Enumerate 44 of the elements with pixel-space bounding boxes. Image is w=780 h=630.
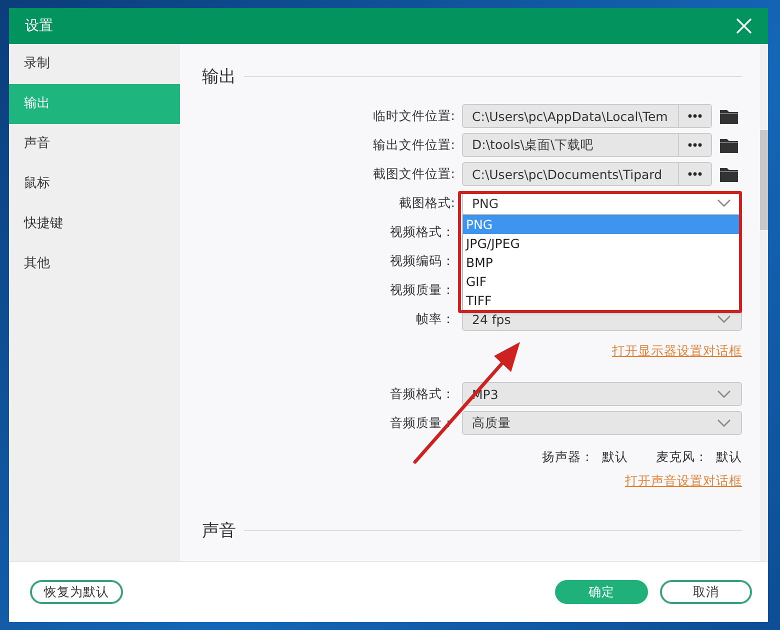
- chevron-icon: [717, 419, 731, 427]
- field-label: 截图格式:: [398, 194, 456, 212]
- folder-icon[interactable]: [720, 166, 738, 182]
- dropdown-field[interactable]: 高质量: [462, 411, 742, 435]
- field-label: 音频格式：: [389, 386, 456, 402]
- sidebar-item[interactable]: 鼠标: [9, 164, 180, 204]
- device-value: 默认: [602, 449, 628, 466]
- more-icon: [688, 172, 702, 176]
- sidebar-item[interactable]: 快捷键: [9, 204, 180, 244]
- field-label: 视频质量：: [389, 282, 456, 298]
- more-icon: [688, 114, 702, 118]
- field-label: 视频格式：: [389, 224, 456, 240]
- more-icon: [688, 143, 702, 147]
- dropdown-option[interactable]: BMP: [463, 253, 739, 272]
- device-value: 默认: [716, 449, 742, 466]
- dropdown-option[interactable]: TIFF: [463, 291, 739, 310]
- sidebar-item[interactable]: 录制: [9, 44, 180, 84]
- folder-icon[interactable]: [720, 138, 738, 152]
- chevron-icon: [717, 199, 731, 207]
- scrollbar[interactable]: [760, 44, 768, 561]
- section-heading: 声音: [202, 520, 236, 542]
- chevron-icon: [717, 390, 731, 398]
- path-field[interactable]: C:\Users\pc\Documents\Tipard: [462, 162, 712, 186]
- section-heading: 输出: [202, 66, 236, 88]
- sidebar-item[interactable]: 其他: [9, 244, 180, 284]
- sidebar-item[interactable]: 声音: [9, 124, 180, 164]
- scroll-thumb[interactable]: [760, 130, 768, 230]
- close-icon[interactable]: [736, 18, 752, 34]
- cancel-button[interactable]: 取消: [660, 580, 752, 604]
- chevron-icon: [717, 315, 731, 323]
- field-label: 输出文件位置:: [372, 136, 456, 154]
- folder-icon[interactable]: [720, 108, 738, 124]
- device-label: 麦克风：: [656, 449, 708, 466]
- field-label: 视频编码：: [389, 252, 456, 270]
- field-label: 帧率：: [415, 310, 456, 328]
- dropdown-option[interactable]: GIF: [463, 272, 739, 291]
- field-label: 截图文件位置:: [372, 166, 456, 182]
- window-title: 设置: [25, 17, 53, 35]
- path-field[interactable]: C:\Users\pc\AppData\Local\Tem: [462, 104, 712, 128]
- field-label: 临时文件位置:: [372, 108, 456, 124]
- dropdown-option[interactable]: JPG/JPEG: [463, 234, 739, 253]
- path-field[interactable]: D:\tools\桌面\下载吧: [462, 133, 712, 157]
- device-label: 扬声器：: [542, 449, 594, 466]
- reset-button[interactable]: 恢复为默认: [30, 580, 123, 604]
